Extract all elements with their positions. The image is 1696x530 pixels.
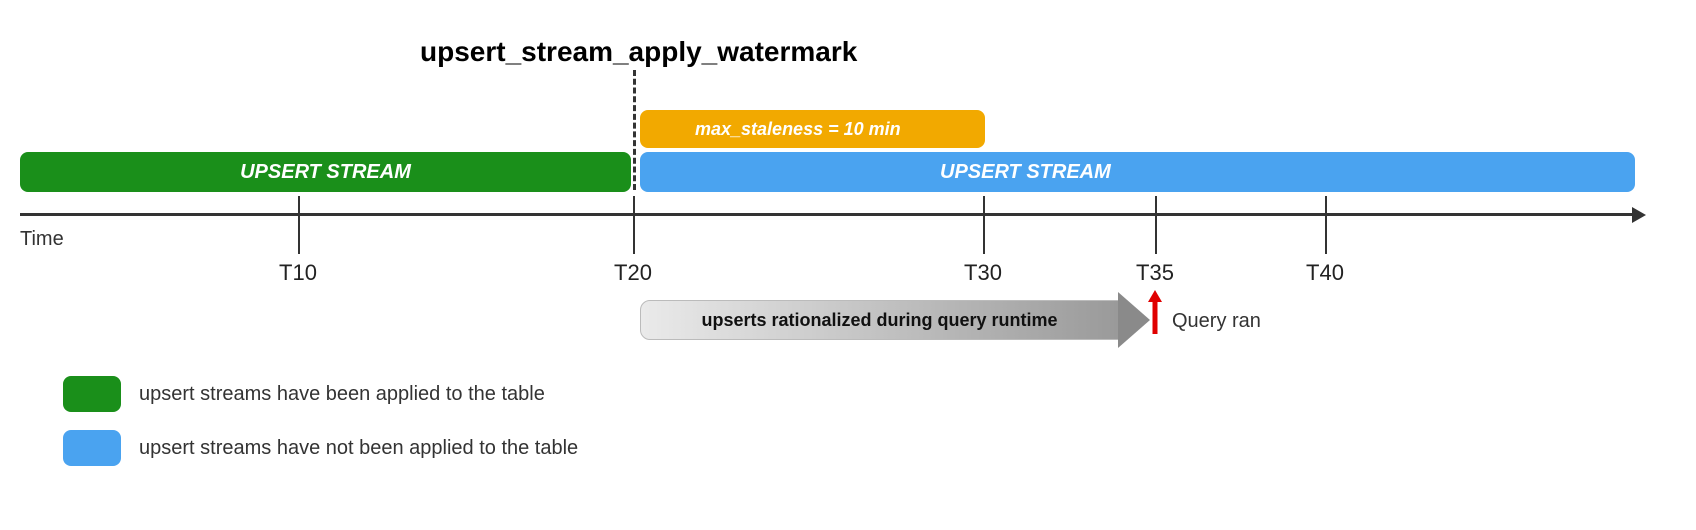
- legend: upsert streams have been applied to the …: [63, 358, 578, 466]
- rationalized-label: upserts rationalized during query runtim…: [640, 300, 1119, 340]
- axis-tick: [1155, 196, 1157, 254]
- watermark-divider: [633, 70, 636, 190]
- time-axis-arrowhead: [1632, 207, 1646, 223]
- legend-item-green: upsert streams have been applied to the …: [63, 376, 578, 412]
- legend-swatch-green: [63, 376, 121, 412]
- axis-tick: [633, 196, 635, 254]
- axis-tick: [1325, 196, 1327, 254]
- rationalized-arrow: upserts rationalized during query runtim…: [640, 300, 1150, 340]
- axis-tick-label: T10: [279, 260, 317, 286]
- legend-text-green: upsert streams have been applied to the …: [139, 383, 545, 406]
- query-ran-arrowhead-icon: [1148, 290, 1162, 302]
- diagram-title: upsert_stream_apply_watermark: [420, 36, 857, 68]
- time-axis-label: Time: [20, 228, 64, 251]
- axis-tick-label: T35: [1136, 260, 1174, 286]
- legend-swatch-blue: [63, 430, 121, 466]
- legend-item-blue: upsert streams have not been applied to …: [63, 430, 578, 466]
- axis-tick: [298, 196, 300, 254]
- arrowhead-icon: [1118, 292, 1150, 348]
- upsert-stream-unapplied-bar: UPSERT STREAM: [640, 152, 1635, 192]
- axis-tick: [983, 196, 985, 254]
- upsert-stream-applied-bar: UPSERT STREAM: [20, 152, 631, 192]
- query-ran-label: Query ran: [1172, 310, 1261, 333]
- max-staleness-badge: max_staleness = 10 min: [640, 110, 985, 148]
- axis-tick-label: T20: [614, 260, 652, 286]
- query-ran-arrow-stem: [1153, 302, 1158, 334]
- legend-text-blue: upsert streams have not been applied to …: [139, 437, 578, 460]
- time-axis: [20, 213, 1635, 216]
- axis-tick-label: T30: [964, 260, 1002, 286]
- axis-tick-label: T40: [1306, 260, 1344, 286]
